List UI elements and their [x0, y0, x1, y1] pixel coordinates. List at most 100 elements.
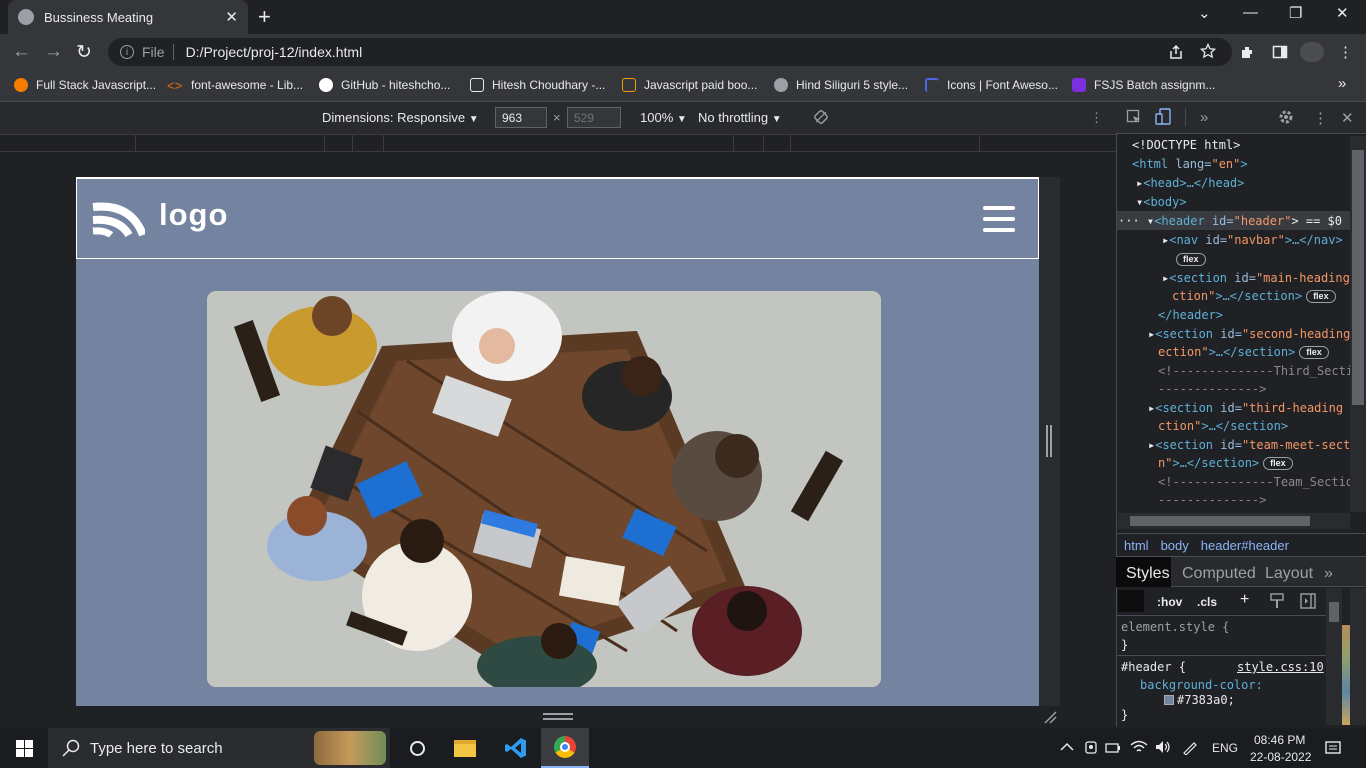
- profile-icon[interactable]: [1300, 42, 1324, 62]
- bookmark-item[interactable]: GitHub - hiteshcho...: [319, 76, 450, 94]
- notifications-icon[interactable]: [1325, 740, 1341, 756]
- flex-badge[interactable]: flex: [1172, 250, 1206, 268]
- tree-node[interactable]: ▸<head>…</head>: [1136, 174, 1244, 192]
- settings-gear-icon[interactable]: [1278, 109, 1294, 125]
- width-input[interactable]: 963: [495, 107, 547, 128]
- file-explorer-button[interactable]: [441, 728, 489, 768]
- logo-text[interactable]: logo: [159, 197, 228, 233]
- tree-node[interactable]: <html lang="en">: [1132, 155, 1248, 173]
- resize-corner-icon[interactable]: [1043, 710, 1057, 724]
- paint-icon[interactable]: [1270, 593, 1284, 609]
- forward-button[interactable]: →: [44, 41, 63, 63]
- styles-filter-input[interactable]: [1118, 590, 1144, 612]
- tree-node-cont[interactable]: n">…</section> flex: [1158, 454, 1293, 472]
- clock-date[interactable]: 22-08-2022: [1250, 750, 1311, 764]
- comment-node[interactable]: <!--------------Third_Secti: [1158, 362, 1350, 380]
- zoom-dropdown[interactable]: 100% ▼: [640, 110, 687, 125]
- tab-styles[interactable]: Styles: [1126, 565, 1170, 583]
- breadcrumb-html[interactable]: html: [1124, 538, 1149, 553]
- css-property[interactable]: background-color:: [1140, 678, 1263, 692]
- windows-start-icon[interactable]: [16, 740, 33, 757]
- rotate-icon[interactable]: [813, 109, 829, 125]
- extensions-icon[interactable]: [1240, 44, 1256, 60]
- window-close-button[interactable]: ✕: [1336, 4, 1349, 22]
- cls-button[interactable]: .cls: [1197, 595, 1217, 609]
- bookmarks-overflow-button[interactable]: »: [1338, 75, 1346, 92]
- pen-icon[interactable]: [1182, 739, 1198, 755]
- tree-node[interactable]: ▾<body>: [1136, 193, 1187, 211]
- new-tab-button[interactable]: +: [258, 4, 271, 30]
- tree-node-cont[interactable]: ection">…</section> flex: [1158, 343, 1329, 361]
- tree-node[interactable]: ▸<section id="team-meet-sect: [1148, 436, 1350, 454]
- tree-node[interactable]: ▸<nav id="navbar">…</nav>: [1162, 231, 1343, 249]
- meet-now-icon[interactable]: [1085, 740, 1097, 756]
- devtools-menu-icon[interactable]: ⋮: [1313, 109, 1328, 127]
- devtools-close-button[interactable]: ✕: [1341, 109, 1354, 127]
- tree-node-cont[interactable]: ction">…</section>: [1158, 417, 1288, 435]
- bookmark-item[interactable]: Javascript paid boo...: [622, 76, 757, 94]
- elements-tree[interactable]: <!DOCTYPE html> <html lang="en"> ▸<head>…: [1118, 136, 1350, 512]
- device-toolbar-more-icon[interactable]: ⋮: [1090, 110, 1103, 126]
- chrome-button[interactable]: [541, 728, 589, 768]
- comment-node[interactable]: <!--------------Team_Section: [1158, 473, 1350, 491]
- search-highlight-image[interactable]: [314, 731, 386, 765]
- tree-node[interactable]: <!DOCTYPE html>: [1132, 136, 1240, 154]
- css-source-link[interactable]: style.css:10: [1237, 660, 1324, 674]
- color-swatch[interactable]: [1164, 695, 1174, 705]
- sidepanel-icon[interactable]: [1272, 44, 1288, 60]
- styles-scroll-thumb[interactable]: [1329, 602, 1339, 622]
- bookmark-item[interactable]: <> font-awesome - Lib...: [167, 76, 303, 94]
- url-text[interactable]: D:/Project/proj-12/index.html: [186, 44, 363, 60]
- elements-scroll-thumb[interactable]: [1352, 150, 1364, 405]
- breadcrumb-body[interactable]: body: [1161, 538, 1189, 553]
- info-icon[interactable]: i: [120, 45, 134, 59]
- hamburger-menu-icon[interactable]: [983, 206, 1015, 232]
- panel-scrollbar[interactable]: [1350, 588, 1366, 725]
- bookmark-item[interactable]: Hind Siliguri 5 style...: [774, 76, 908, 94]
- inspect-element-icon[interactable]: [1126, 109, 1142, 125]
- styles-more-tabs-button[interactable]: »: [1324, 565, 1333, 583]
- device-mode-icon[interactable]: [1155, 108, 1171, 126]
- tree-node[interactable]: ▸<section id="third-heading: [1148, 399, 1343, 417]
- wifi-icon[interactable]: [1130, 740, 1148, 754]
- battery-icon[interactable]: [1105, 741, 1121, 755]
- star-icon[interactable]: [1200, 43, 1216, 59]
- hov-button[interactable]: :hov: [1157, 595, 1182, 609]
- tree-node[interactable]: ▸<section id="main-heading: [1162, 269, 1350, 287]
- reload-button[interactable]: ↻: [76, 41, 92, 64]
- bookmark-item[interactable]: Full Stack Javascript...: [14, 76, 156, 94]
- resize-handle-vertical[interactable]: [543, 713, 573, 720]
- height-input[interactable]: 529: [567, 107, 621, 128]
- more-tabs-button[interactable]: »: [1200, 109, 1208, 126]
- toggle-sidebar-icon[interactable]: [1300, 593, 1316, 609]
- elements-hscroll-thumb[interactable]: [1130, 516, 1310, 526]
- tab-layout[interactable]: Layout: [1265, 565, 1313, 583]
- address-bar[interactable]: i File D:/Project/proj-12/index.html: [108, 38, 1232, 66]
- bookmark-item[interactable]: Icons | Font Aweso...: [925, 76, 1058, 94]
- breadcrumb-header[interactable]: header#header: [1201, 538, 1289, 553]
- language-indicator[interactable]: ENG: [1212, 741, 1238, 755]
- element-style-selector[interactable]: element.style {: [1121, 620, 1229, 634]
- dimensions-dropdown[interactable]: Dimensions: Responsive ▼: [322, 110, 479, 125]
- new-rule-button[interactable]: +: [1240, 591, 1249, 609]
- volume-icon[interactable]: [1155, 740, 1171, 754]
- task-view-button[interactable]: [393, 728, 441, 768]
- tab-computed[interactable]: Computed: [1182, 565, 1256, 583]
- tree-node[interactable]: ▸<section id="second-heading: [1148, 325, 1350, 343]
- bookmark-item[interactable]: Hitesh Choudhary -...: [470, 76, 605, 94]
- menu-icon[interactable]: ⋮: [1338, 43, 1353, 61]
- bookmark-item[interactable]: FSJS Batch assignm...: [1072, 76, 1215, 94]
- maximize-button[interactable]: ❐: [1289, 4, 1302, 22]
- taskbar-search-input[interactable]: Type here to search: [48, 728, 390, 768]
- throttling-dropdown[interactable]: No throttling ▼: [698, 110, 782, 125]
- tab-search-icon[interactable]: ⌄: [1198, 4, 1211, 22]
- comment-node[interactable]: -------------->: [1158, 380, 1266, 398]
- css-selector[interactable]: #header {: [1121, 660, 1186, 674]
- minimize-button[interactable]: —: [1243, 4, 1258, 21]
- tree-node-selected[interactable]: ··· ▾<header id="header"> == $0: [1118, 212, 1342, 230]
- back-button[interactable]: ←: [12, 41, 31, 63]
- tree-node[interactable]: </header>: [1158, 306, 1223, 324]
- clock-time[interactable]: 08:46 PM: [1254, 733, 1305, 747]
- css-value[interactable]: #7383a0;: [1177, 693, 1235, 707]
- browser-tab[interactable]: Bussiness Meating ✕: [8, 0, 248, 34]
